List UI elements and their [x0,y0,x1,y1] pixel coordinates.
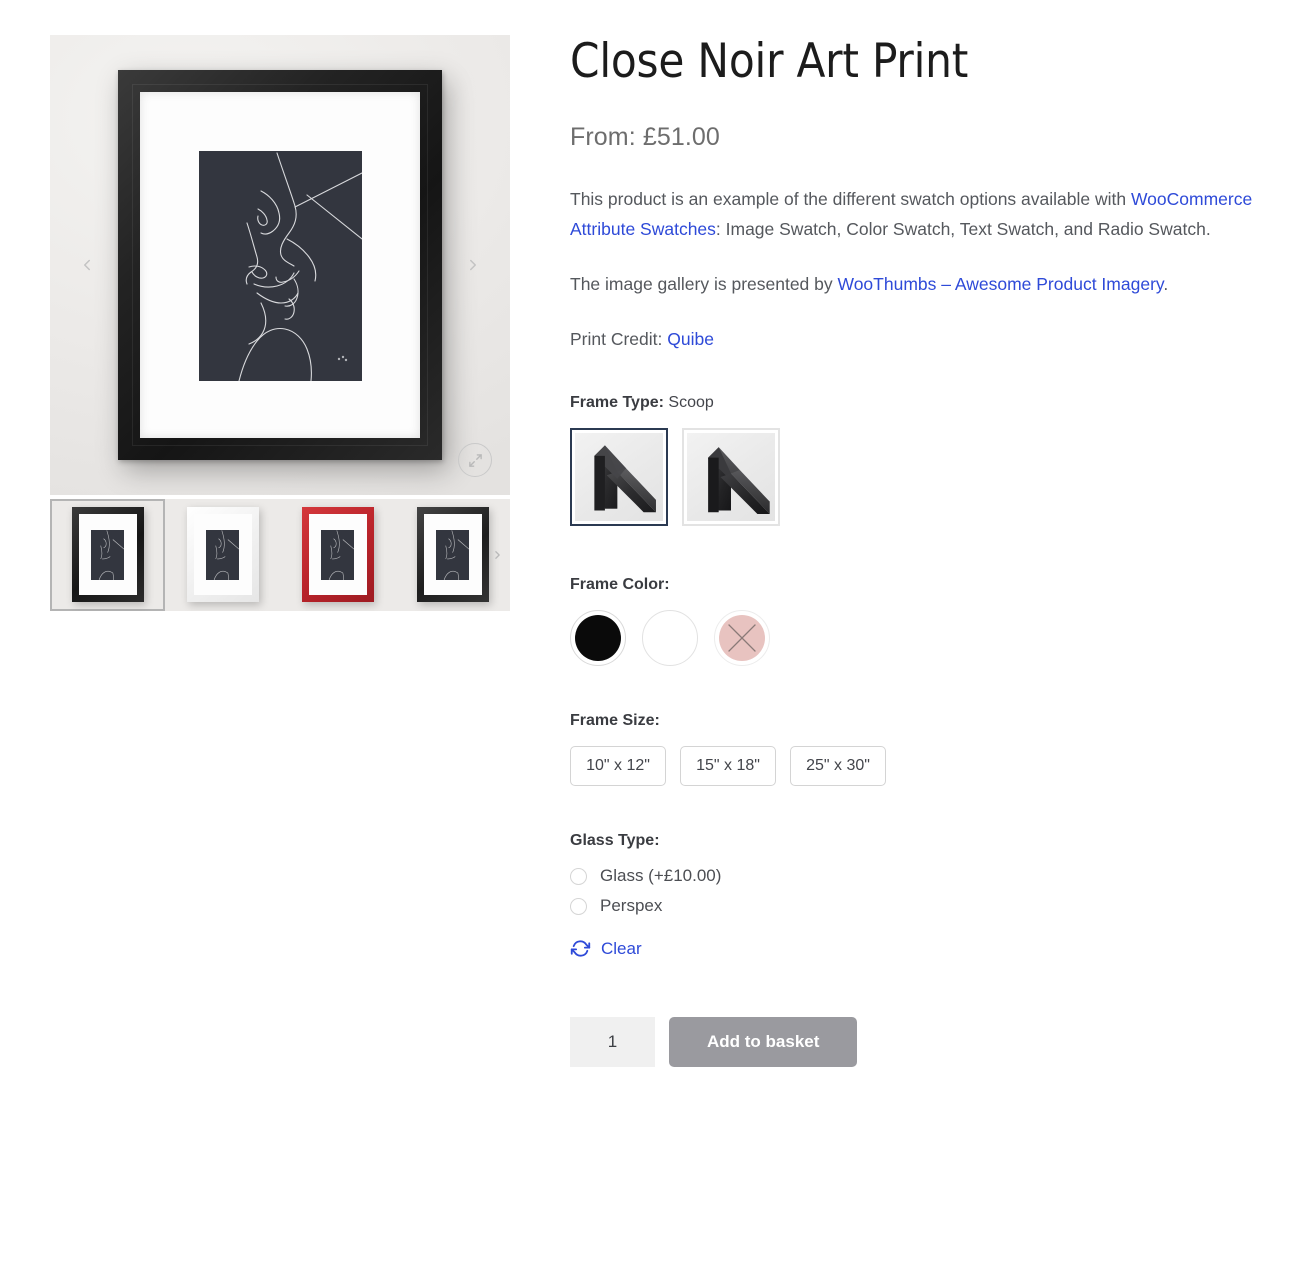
attribute-glass-type: Glass Type: Glass (+£10.00) Perspex Clea… [570,832,1260,959]
frame-size-swatches: 10" x 12" 15" x 18" 25" x 30" [570,746,1260,787]
description-paragraph-1: This product is an example of the differ… [570,184,1260,245]
frame-type-swatch-scoop[interactable] [570,428,668,527]
gallery-prev-button[interactable] [72,250,102,280]
attribute-frame-color: Frame Color: [570,576,1260,667]
size-swatch-1[interactable]: 10" x 12" [570,746,666,787]
variations-form: Frame Type: Scoop Frame Color: Frame Siz… [570,394,1260,1068]
thumbnail-3[interactable] [280,499,395,611]
radio-label-perspex: Perspex [600,896,663,916]
link-print-credit-quibe[interactable]: Quibe [667,329,714,349]
radio-label-glass: Glass (+£10.00) [600,866,722,886]
thumbnail-2[interactable] [165,499,280,611]
attribute-frame-size: Frame Size: 10" x 12" 15" x 18" 25" x 30… [570,712,1260,787]
attribute-frame-type: Frame Type: Scoop [570,394,1260,527]
product-gallery [50,35,510,611]
gallery-main-stage[interactable] [50,35,510,495]
desc-text: This product is an example of the differ… [570,188,1131,209]
desc-text: . [1163,273,1169,294]
link-woothumbs[interactable]: WooThumbs – Awesome Product Imagery [838,274,1164,294]
thumbnails-next-button[interactable] [491,549,504,562]
size-swatch-2[interactable]: 15" x 18" [680,746,776,787]
frame-type-selected-value: Scoop [668,394,714,412]
gallery-next-button[interactable] [458,250,488,280]
color-swatch-white[interactable] [642,610,698,667]
frame-type-swatch-flat[interactable] [682,428,780,527]
unavailable-cross-icon [719,615,765,661]
desc-text: : Image Swatch, Color Swatch, Text Swatc… [715,219,1211,240]
add-to-cart-row: Add to basket [570,1017,1260,1068]
frame-type-label: Frame Type: Scoop [570,394,1260,412]
description-paragraph-3: Print Credit: Quibe [570,324,1260,355]
page-title: Close Noir Art Print [570,34,969,89]
desc-text: The image gallery is presented by [570,273,838,294]
frame-corner-image-scoop [575,433,663,522]
frame-type-label-text: Frame Type: [570,394,664,412]
glass-type-radios: Glass (+£10.00) Perspex [570,866,1260,916]
thumbnail-1[interactable] [50,499,165,611]
glass-type-label: Glass Type: [570,832,660,850]
radio-option-perspex[interactable]: Perspex [570,896,1260,916]
quantity-input[interactable] [570,1017,655,1068]
frame-corner-image-flat [687,433,775,522]
product-price: From: £51.00 [570,122,720,151]
size-swatch-3[interactable]: 25" x 30" [790,746,886,787]
description-paragraph-2: The image gallery is presented by WooThu… [570,269,1260,300]
color-swatch-pink[interactable] [714,610,770,667]
radio-button-icon[interactable] [570,897,587,915]
color-swatch-black[interactable] [570,610,626,667]
frame-mat [140,92,420,438]
refresh-icon [570,938,591,959]
product-page: Close Noir Art Print From: £51.00 This p… [0,0,1300,1275]
clear-link[interactable]: Clear [601,939,642,959]
product-summary: Close Noir Art Print From: £51.00 This p… [570,34,1260,1068]
frame-color-swatches [570,610,1260,667]
radio-button-icon[interactable] [570,867,587,885]
gallery-thumbnails [50,499,510,611]
main-product-image [118,70,442,460]
frame-size-label: Frame Size: [570,712,660,730]
frame-type-swatches [570,428,1260,527]
color-dot-white [647,615,693,662]
artwork-print [198,151,362,381]
color-dot-black [575,615,621,662]
clear-selection-row: Clear [570,938,1260,959]
expand-icon[interactable] [458,443,492,477]
radio-option-glass[interactable]: Glass (+£10.00) [570,866,1260,886]
add-to-basket-button[interactable]: Add to basket [669,1017,858,1068]
product-description: This product is an example of the differ… [570,184,1260,355]
frame-color-label: Frame Color: [570,576,670,594]
desc-text: Print Credit: [570,328,668,349]
